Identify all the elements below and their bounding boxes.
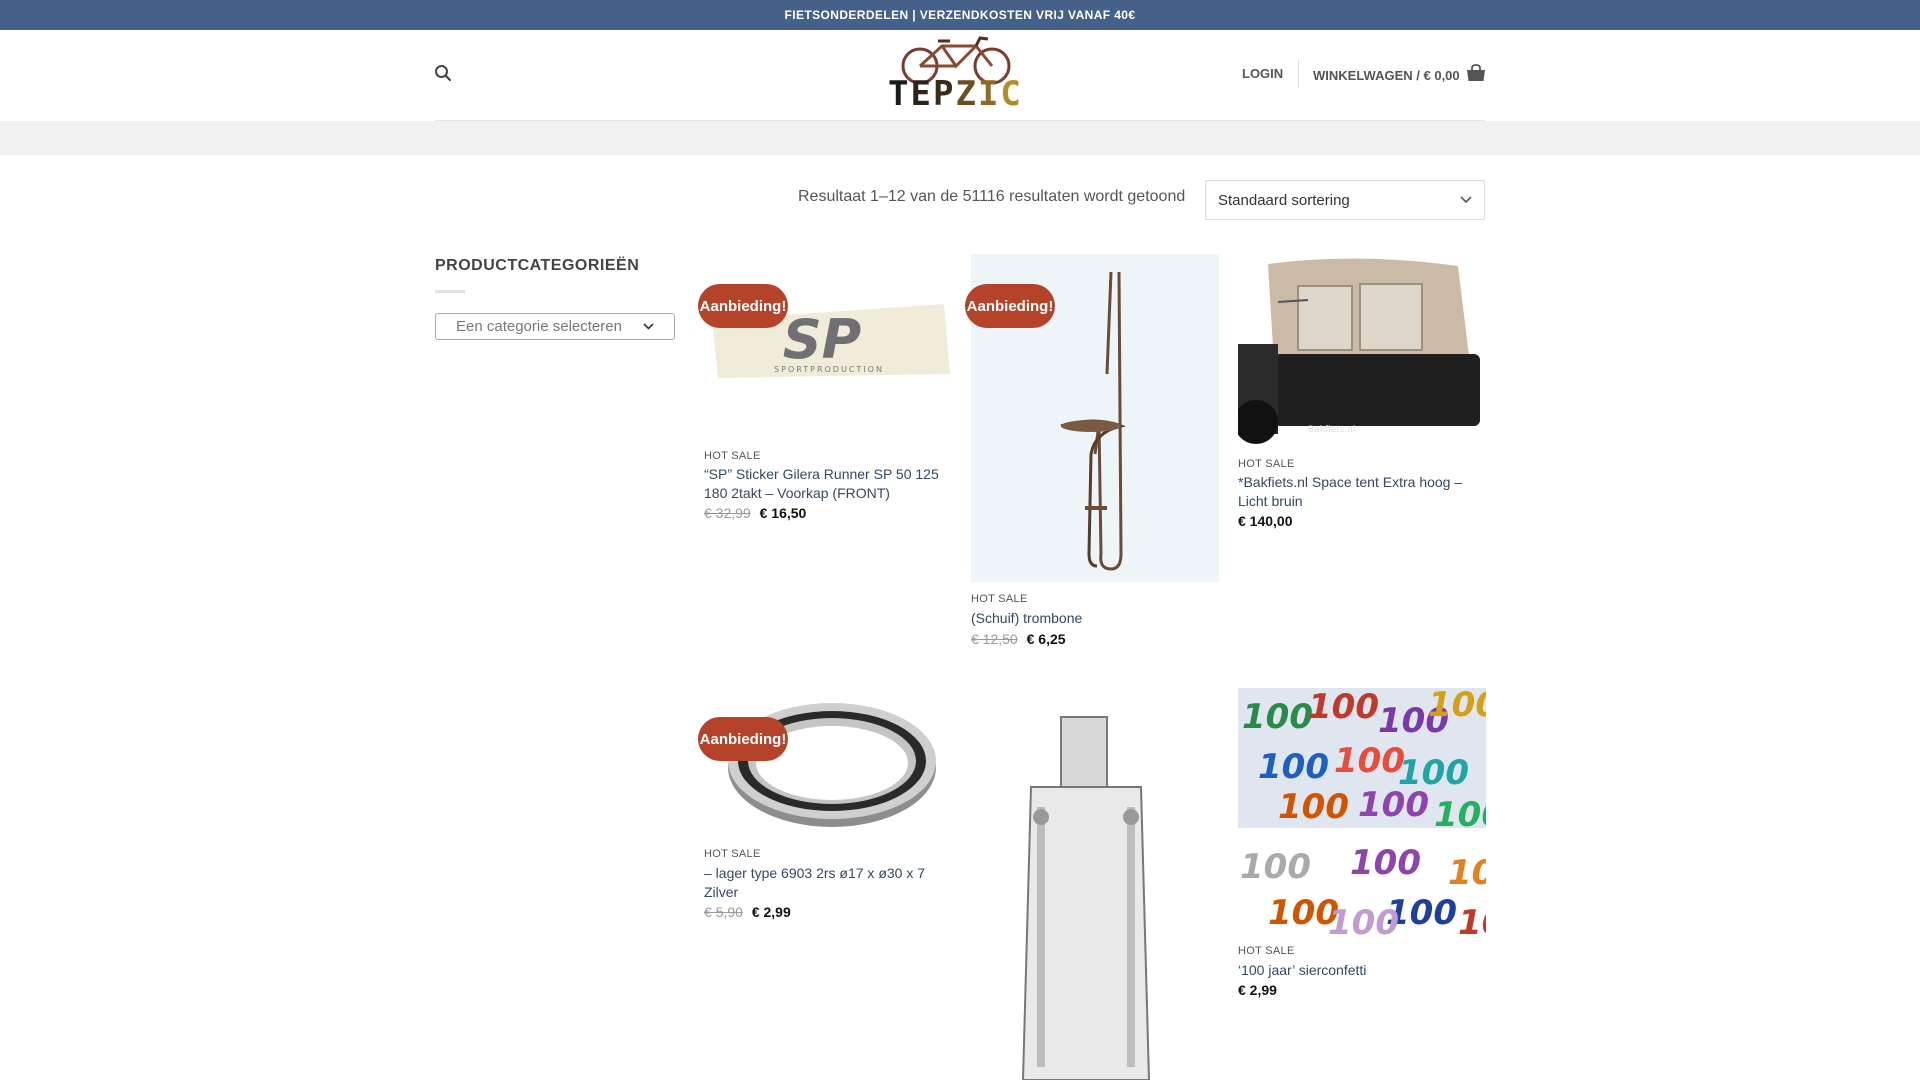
sale-badge: Aanbieding! xyxy=(698,284,788,328)
chevron-down-icon xyxy=(643,323,654,330)
product-image[interactable]: Bakfiets.nl xyxy=(1238,254,1486,447)
svg-text:SP: SP xyxy=(783,308,861,371)
sale-badge: Aanbieding! xyxy=(965,284,1055,328)
product-title[interactable]: (Schuif) trombone xyxy=(971,609,1216,628)
svg-text:100: 100 xyxy=(1308,688,1379,727)
metal-tube-image xyxy=(1021,716,1151,1080)
chevron-down-icon xyxy=(1460,196,1472,204)
cart-label: WINKELWAGEN / € 0,00 xyxy=(1313,67,1460,83)
sale-badge: Aanbieding! xyxy=(698,717,788,761)
announcement-text: FIETSONDERDELEN | VERZENDKOSTEN VRIJ VAN… xyxy=(784,8,1136,22)
product-category: HOT SALE xyxy=(1238,458,1295,470)
product-card: Bakfiets.nl HOT SALE *Bakfiets.nl Space … xyxy=(1238,254,1486,534)
product-category: HOT SALE xyxy=(971,593,1028,605)
svg-text:100: 100 xyxy=(1358,785,1429,825)
product-card: SP SPORTPRODUCTION Aanbieding! HOT SALE … xyxy=(698,254,952,534)
product-image[interactable] xyxy=(971,687,1219,1080)
search-icon[interactable] xyxy=(434,64,452,82)
top-announcement-bar: FIETSONDERDELEN | VERZENDKOSTEN VRIJ VAN… xyxy=(0,0,1920,30)
bearing-image xyxy=(728,703,936,827)
cart-link[interactable]: WINKELWAGEN / € 0,00 xyxy=(1313,64,1486,84)
logo-wordmark: TEPZIC xyxy=(888,74,1023,114)
product-title[interactable]: – lager type 6903 2rs ø17 x ø30 x 7 Zilv… xyxy=(704,864,949,902)
svg-text:100: 100 xyxy=(1448,853,1486,893)
svg-text:100: 100 xyxy=(1328,903,1399,935)
svg-text:100: 100 xyxy=(1278,787,1349,827)
svg-text:Bakfiets.nl: Bakfiets.nl xyxy=(1308,425,1355,435)
confetti-image: 100 100 100 100 100 100 100 100 100 100 … xyxy=(1238,688,1486,935)
product-title[interactable]: “SP” Sticker Gilera Runner SP 50 125 180… xyxy=(704,465,949,503)
product-category: HOT SALE xyxy=(704,848,761,860)
sale-price: € 2,99 xyxy=(751,904,791,920)
product-image[interactable] xyxy=(704,687,952,835)
nav-divider xyxy=(1298,60,1299,88)
product-title[interactable]: *Bakfiets.nl Space tent Extra hoog – Lic… xyxy=(1238,473,1483,511)
sp-sticker-image: SP SPORTPRODUCTION xyxy=(712,304,950,378)
product-card: Aanbieding! HOT SALE – lager type 6903 2… xyxy=(698,687,952,947)
product-card xyxy=(971,687,1219,1080)
product-price: € 5,90 € 2,99 xyxy=(704,904,791,920)
sidebar-title-underline xyxy=(435,290,465,293)
svg-text:100: 100 xyxy=(1434,795,1486,835)
sale-price: € 16,50 xyxy=(759,505,807,521)
product-title[interactable]: ‘100 jaar’ sierconfetti xyxy=(1238,961,1483,980)
svg-text:100: 100 xyxy=(1240,847,1311,887)
old-price: € 5,90 xyxy=(704,904,743,920)
result-count: Resultaat 1–12 van de 51116 resultaten w… xyxy=(798,188,1186,205)
svg-text:100: 100 xyxy=(1258,747,1329,787)
price: € 140,00 xyxy=(1238,513,1293,529)
svg-text:100: 100 xyxy=(1242,697,1313,737)
login-link[interactable]: LOGIN xyxy=(1242,66,1283,81)
product-image[interactable]: 100 100 100 100 100 100 100 100 100 100 … xyxy=(1238,688,1486,935)
sidebar-title: PRODUCTCATEGORIEËN xyxy=(435,257,640,274)
product-price: € 32,99 € 16,50 xyxy=(704,505,806,521)
product-image[interactable]: SP SPORTPRODUCTION xyxy=(704,254,952,444)
product-category: HOT SALE xyxy=(1238,945,1295,957)
site-logo[interactable]: TEPZIC xyxy=(880,36,1040,114)
breadcrumb-band xyxy=(0,121,1920,155)
svg-text:100: 100 xyxy=(1458,903,1486,935)
product-category: HOT SALE xyxy=(704,450,761,462)
shopping-bag-icon xyxy=(1466,64,1485,81)
product-price: € 140,00 xyxy=(1238,513,1293,529)
product-card: Aanbieding! HOT SALE (Schuif) trombone €… xyxy=(965,254,1219,654)
category-select[interactable]: Een categorie selecteren xyxy=(435,313,675,340)
product-price: € 12,50 € 6,25 xyxy=(971,631,1066,647)
svg-text:SPORTPRODUCTION: SPORTPRODUCTION xyxy=(774,365,884,374)
svg-text:100: 100 xyxy=(1428,688,1486,725)
price: € 2,99 xyxy=(1238,982,1277,998)
product-price: € 2,99 xyxy=(1238,982,1277,998)
old-price: € 32,99 xyxy=(704,505,751,521)
product-card: 100 100 100 100 100 100 100 100 100 100 … xyxy=(1238,688,1486,1008)
sort-selected-value: Standaard sortering xyxy=(1218,191,1350,209)
old-price: € 12,50 xyxy=(971,631,1018,647)
sale-price: € 6,25 xyxy=(1026,631,1066,647)
bakfiets-tent-image: Bakfiets.nl xyxy=(1238,258,1480,444)
svg-text:100: 100 xyxy=(1350,843,1421,883)
category-placeholder: Een categorie selecteren xyxy=(456,318,622,335)
svg-text:100: 100 xyxy=(1334,741,1405,781)
sort-dropdown[interactable]: Standaard sortering xyxy=(1205,180,1485,220)
